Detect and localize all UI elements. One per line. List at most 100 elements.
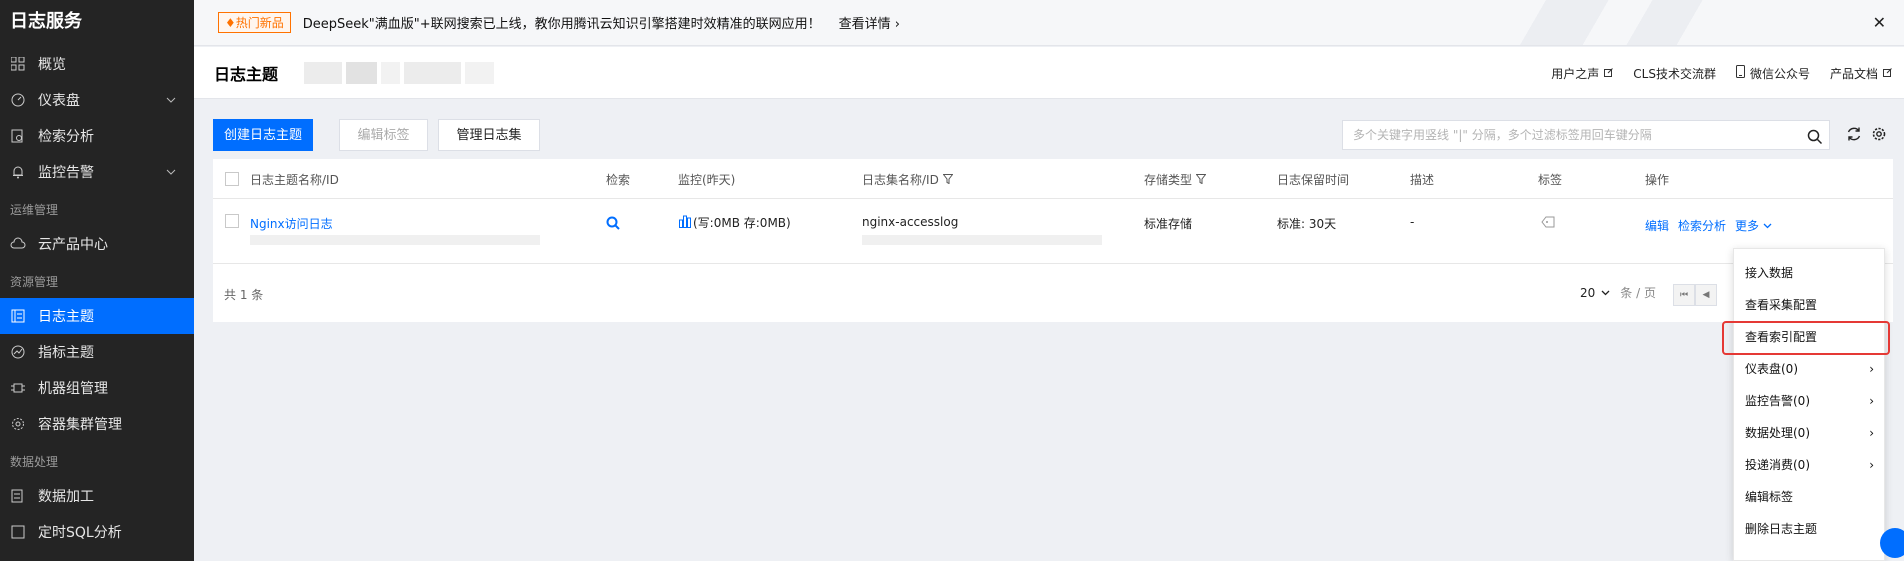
banner-text: DeepSeek"满血版"+联网搜索已上线，教你用腾讯云知识引擎搭建时效精准的联… bbox=[302, 17, 821, 32]
chevron-down-icon bbox=[166, 165, 176, 181]
sidebar-item-search[interactable]: 检索分析 bbox=[0, 118, 194, 154]
edit-tags-button[interactable]: 编辑标签 bbox=[339, 119, 428, 151]
search-input[interactable]: 多个关键字用竖线 "|" 分隔，多个过滤标签用回车键分隔 bbox=[1342, 120, 1830, 150]
col-logset-label: 日志集名称/ID bbox=[862, 173, 939, 187]
total-count: 共 1 条 bbox=[224, 288, 264, 302]
wechat-link[interactable]: 微信公众号 bbox=[1735, 65, 1810, 82]
logset-name: nginx-accesslog bbox=[862, 215, 959, 229]
menu-item-label: 编辑标签 bbox=[1745, 490, 1794, 504]
col-actions: 操作 bbox=[1645, 173, 1670, 187]
monitor-cell[interactable]: (写:0MB 存:0MB) bbox=[679, 214, 791, 231]
sidebar-item-label: 监控告警 bbox=[38, 165, 94, 181]
sidebar-item-alarm[interactable]: 监控告警 bbox=[0, 154, 194, 190]
chevron-right-icon: › bbox=[1869, 426, 1874, 440]
chevron-right-icon: › bbox=[1869, 458, 1874, 472]
menu-item-collection-config[interactable]: 查看采集配置 bbox=[1734, 289, 1886, 321]
menu-item-ingest-data[interactable]: 接入数据 bbox=[1734, 257, 1886, 289]
col-logset[interactable]: 日志集名称/ID bbox=[862, 171, 954, 188]
chevron-right-icon: › bbox=[1869, 362, 1874, 376]
col-storage[interactable]: 存储类型 bbox=[1144, 171, 1207, 188]
search-icon[interactable] bbox=[1807, 127, 1823, 155]
more-dropdown-menu: 接入数据 查看采集配置 查看索引配置 仪表盘(0) › 监控告警(0) › 数据处理… bbox=[1733, 248, 1885, 561]
bar-chart-icon bbox=[679, 214, 691, 231]
cloud-icon bbox=[10, 236, 26, 252]
docs-link[interactable]: 产品文档 bbox=[1830, 65, 1892, 82]
sidebar-item-container-cluster[interactable]: 容器集群管理 bbox=[0, 406, 194, 442]
edit-action[interactable]: 编辑 bbox=[1645, 217, 1669, 234]
prev-page-icon[interactable]: ◀ bbox=[1695, 284, 1717, 306]
data-process-icon bbox=[10, 488, 26, 504]
manage-logsets-button[interactable]: 管理日志集 bbox=[438, 119, 540, 151]
refresh-icon[interactable] bbox=[1846, 126, 1862, 146]
phone-icon bbox=[1735, 65, 1745, 81]
retention-value: 标准: 30天 bbox=[1277, 217, 1337, 231]
banner-details-link[interactable]: 查看详情 › bbox=[839, 13, 900, 32]
monitor-value: (写:0MB 存:0MB) bbox=[693, 216, 791, 230]
help-button[interactable] bbox=[1880, 528, 1904, 558]
logset-id-redacted bbox=[862, 235, 1102, 245]
sidebar-item-cloud-center[interactable]: 云产品中心 bbox=[0, 226, 194, 262]
sidebar-item-dashboard[interactable]: 仪表盘 bbox=[0, 82, 194, 118]
col-tags: 标签 bbox=[1538, 173, 1563, 187]
sidebar-item-scheduled-sql[interactable]: 定时SQL分析 bbox=[0, 514, 194, 550]
sidebar-item-data-processing[interactable]: 数据加工 bbox=[0, 478, 194, 514]
row-checkbox[interactable] bbox=[225, 214, 239, 228]
menu-item-data-processing[interactable]: 数据处理(0) › bbox=[1734, 417, 1886, 449]
table-footer: 共 1 条 20 条 / 页 ⏮ ◀ bbox=[213, 264, 1893, 319]
sidebar-item-label: 日志主题 bbox=[38, 309, 94, 325]
highlight-box bbox=[1722, 321, 1890, 355]
create-log-topic-button[interactable]: 创建日志主题 bbox=[213, 119, 313, 151]
group-ops: 运维管理 bbox=[10, 203, 59, 217]
search-icon[interactable] bbox=[606, 216, 620, 233]
hot-badge: ♦热门新品 bbox=[218, 12, 291, 33]
region-selector[interactable] bbox=[304, 61, 495, 84]
description-value: - bbox=[1410, 215, 1415, 229]
sql-icon bbox=[10, 524, 26, 540]
more-action[interactable]: 更多 bbox=[1735, 217, 1772, 234]
cls-group-label: CLS技术交流群 bbox=[1633, 66, 1716, 81]
menu-item-alarms[interactable]: 监控告警(0) › bbox=[1734, 385, 1886, 417]
menu-item-delete-topic[interactable]: 删除日志主题 bbox=[1734, 513, 1886, 545]
gear-icon bbox=[10, 416, 26, 432]
menu-item-label: 接入数据 bbox=[1745, 266, 1794, 280]
page-unit: 条 / 页 bbox=[1620, 286, 1656, 300]
settings-icon[interactable] bbox=[1871, 126, 1887, 146]
brand-title: 日志服务 bbox=[10, 11, 82, 32]
sidebar-item-overview[interactable]: 概览 bbox=[0, 46, 194, 82]
wechat-label: 微信公众号 bbox=[1749, 66, 1810, 81]
col-description: 描述 bbox=[1410, 173, 1435, 187]
sidebar-item-machine-group[interactable]: 机器组管理 bbox=[0, 370, 194, 406]
search-analysis-action[interactable]: 检索分析 bbox=[1678, 217, 1726, 234]
filter-icon[interactable] bbox=[1195, 173, 1207, 187]
filter-icon[interactable] bbox=[942, 173, 954, 187]
sidebar-item-label: 数据加工 bbox=[38, 489, 94, 505]
page-size-select[interactable]: 20 条 / 页 bbox=[1580, 284, 1656, 301]
chevron-down-icon bbox=[1763, 219, 1772, 233]
close-icon[interactable]: ✕ bbox=[1873, 13, 1886, 32]
menu-item-label: 投递消费(0) bbox=[1745, 458, 1810, 472]
table-row: Nginx访问日志 (写:0MB 存:0MB) nginx-accesslog … bbox=[213, 199, 1893, 264]
page-title: 日志主题 bbox=[214, 64, 279, 84]
menu-item-label: 数据处理(0) bbox=[1745, 426, 1810, 440]
sidebar-item-log-topic[interactable]: 日志主题 bbox=[0, 298, 194, 334]
banner-decoration bbox=[1264, 0, 1864, 45]
cls-group-link[interactable]: CLS技术交流群 bbox=[1633, 65, 1716, 82]
user-voice-link[interactable]: 用户之声 bbox=[1551, 65, 1614, 82]
menu-item-dashboards[interactable]: 仪表盘(0) › bbox=[1734, 353, 1886, 385]
sidebar-item-label: 仪表盘 bbox=[38, 93, 80, 109]
user-voice-label: 用户之声 bbox=[1551, 66, 1600, 81]
first-page-icon[interactable]: ⏮ bbox=[1673, 284, 1695, 306]
sidebar-item-metric-topic[interactable]: 指标主题 bbox=[0, 334, 194, 370]
select-all-checkbox[interactable] bbox=[225, 172, 239, 186]
sidebar: 日志服务 概览 仪表盘 检索分析 监控告警 运维管理 云产品中心 资源管理 日志… bbox=[0, 0, 194, 561]
chevron-down-icon bbox=[1601, 286, 1610, 300]
tag-icon[interactable] bbox=[1541, 216, 1555, 231]
topic-id-redacted bbox=[250, 235, 540, 245]
group-resources: 资源管理 bbox=[10, 275, 59, 289]
search-placeholder: 多个关键字用竖线 "|" 分隔，多个过滤标签用回车键分隔 bbox=[1353, 128, 1652, 142]
menu-item-edit-tags[interactable]: 编辑标签 bbox=[1734, 481, 1886, 513]
col-retention: 日志保留时间 bbox=[1277, 173, 1350, 187]
menu-item-delivery[interactable]: 投递消费(0) › bbox=[1734, 449, 1886, 481]
page-size-value: 20 bbox=[1580, 285, 1596, 300]
topic-name-link[interactable]: Nginx访问日志 bbox=[250, 215, 333, 232]
